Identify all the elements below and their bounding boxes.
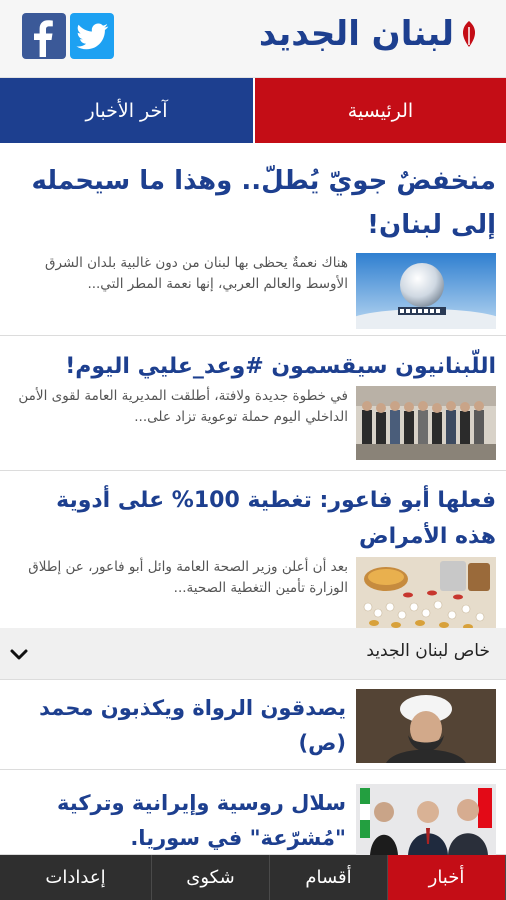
nav-news[interactable]: أخبار (388, 855, 506, 900)
nav-settings[interactable]: إعدادات (0, 855, 152, 900)
nav-sections[interactable]: أقسام (270, 855, 388, 900)
special-title[interactable]: سلال روسية وإيرانية وتركية "مُشرّعة" في … (10, 786, 346, 856)
article-title[interactable]: منخفضٌ جويّ يُطلّ.. وهذا ما سيحمله إلى ل… (10, 159, 496, 247)
article-excerpt: في خطوة جديدة ولافتة، أطلقت المديرية الع… (18, 388, 348, 425)
special-item[interactable]: سلال روسية وإيرانية وتركية "مُشرّعة" في … (0, 770, 506, 855)
chevron-down-icon[interactable] (8, 643, 30, 665)
article-title[interactable]: اللّبنانيون سيقسمون #وعد_عليي اليوم! (10, 350, 496, 384)
bottom-navigation: إعدادات شكوى أقسام أخبار (0, 855, 506, 900)
article-excerpt: بعد أن أعلن وزير الصحة العامة وائل أبو ف… (28, 559, 348, 596)
tab-latest-news[interactable]: آخر الأخبار (0, 78, 253, 143)
social-links (22, 13, 114, 59)
news-feed: منخفضٌ جويّ يُطلّ.. وهذا ما سيحمله إلى ل… (0, 143, 506, 633)
special-thumbnail[interactable] (356, 784, 496, 855)
top-tabs: آخر الأخبار الرئيسية (0, 78, 506, 143)
article-excerpt: هناك نعمةٌ يحظى بها لبنان من دون غالبية … (45, 255, 348, 292)
facebook-icon[interactable] (22, 13, 66, 59)
special-title[interactable]: يصدقون الرواة ويكذبون محمد (ص) (10, 691, 346, 761)
article-card[interactable]: فعلها أبو فاعور: تغطية 100% على أدوية هذ… (0, 471, 506, 633)
nav-complaint[interactable]: شكوى (152, 855, 270, 900)
app-logo[interactable]: لبنان الجديد (259, 14, 484, 54)
special-thumbnail[interactable] (356, 689, 496, 763)
article-thumbnail[interactable] (356, 557, 496, 633)
app-header: لبنان الجديد (0, 0, 506, 78)
article-card[interactable]: منخفضٌ جويّ يُطلّ.. وهذا ما سيحمله إلى ل… (0, 143, 506, 336)
special-item[interactable]: يصدقون الرواة ويكذبون محمد (ص) (0, 681, 506, 770)
logo-text: لبنان الجديد (258, 14, 454, 54)
tab-home[interactable]: الرئيسية (253, 78, 506, 143)
article-thumbnail[interactable] (356, 386, 496, 460)
article-card[interactable]: اللّبنانيون سيقسمون #وعد_عليي اليوم! في … (0, 336, 506, 471)
section-header[interactable]: خاص لبنان الجديد (0, 628, 506, 680)
logo-leaf-icon (462, 21, 476, 47)
article-thumbnail[interactable] (356, 253, 496, 329)
article-title[interactable]: فعلها أبو فاعور: تغطية 100% على أدوية هذ… (10, 483, 496, 555)
section-title: خاص لبنان الجديد (366, 641, 490, 661)
twitter-icon[interactable] (70, 13, 114, 59)
